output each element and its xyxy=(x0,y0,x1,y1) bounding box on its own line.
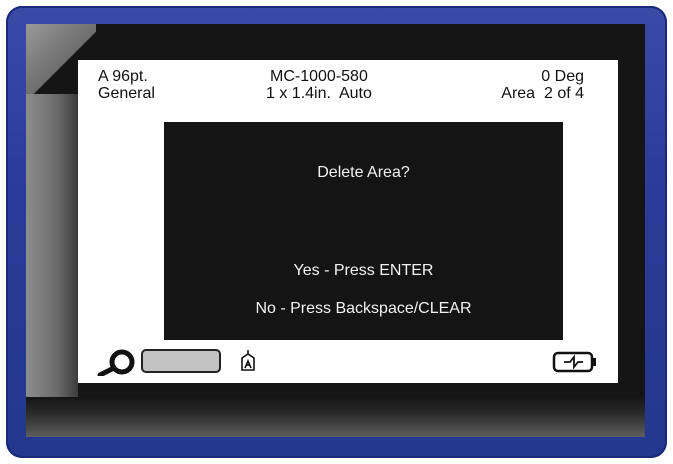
rotation-label: 0 Deg xyxy=(541,68,584,85)
area-counter-label: Area 2 of 4 xyxy=(501,85,584,102)
label-size-label: 1 x 1.4in. Auto xyxy=(266,85,372,102)
ribbon-cartridge-icon xyxy=(141,349,221,373)
screen-bezel: A 96pt. General MC-1000-580 1 x 1.4in. A… xyxy=(26,24,645,437)
no-option[interactable]: No - Press Backspace/CLEAR xyxy=(164,300,563,318)
delete-area-dialog: Delete Area? Yes - Press ENTER No - Pres… xyxy=(164,122,563,340)
lcd-screen: A 96pt. General MC-1000-580 1 x 1.4in. A… xyxy=(78,60,618,383)
bezel-bottom-shade xyxy=(26,397,645,437)
yes-option[interactable]: Yes - Press ENTER xyxy=(164,262,563,280)
part-number-label: MC-1000-580 xyxy=(270,68,368,85)
printer-device-frame: A 96pt. General MC-1000-580 1 x 1.4in. A… xyxy=(6,6,667,458)
font-size-label: A 96pt. xyxy=(98,68,148,85)
status-bar xyxy=(96,346,601,376)
header-center: MC-1000-580 1 x 1.4in. Auto xyxy=(266,68,372,102)
print-head-icon xyxy=(241,350,255,371)
dialog-title: Delete Area? xyxy=(317,164,410,181)
header-right: 0 Deg Area 2 of 4 xyxy=(501,68,584,102)
battery-charging-icon xyxy=(552,351,596,373)
header-left: A 96pt. General xyxy=(98,68,155,102)
category-label: General xyxy=(98,85,155,102)
tape-roll-icon xyxy=(97,349,135,376)
